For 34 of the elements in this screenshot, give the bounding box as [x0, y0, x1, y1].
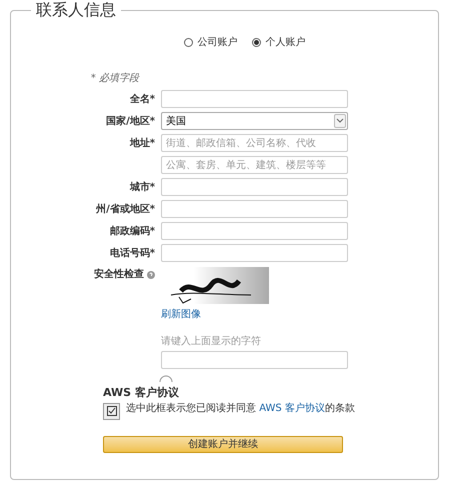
field-label: 地址*	[130, 138, 155, 148]
agreement-text: 选中此框表示您已阅读并同意 AWS 客户协议的条款	[126, 402, 355, 414]
country-select[interactable]: 美国	[161, 112, 348, 130]
section-title: 联系人信息	[31, 0, 121, 20]
help-icon[interactable]	[147, 270, 155, 278]
radio-button[interactable]	[252, 38, 260, 47]
field-label: 全名*	[130, 94, 155, 104]
field-label: 城市*	[130, 182, 155, 192]
check-icon	[106, 406, 116, 416]
field-label: 电话号码*	[110, 248, 155, 258]
refresh-image-link[interactable]: 刷新图像	[161, 307, 348, 322]
text-field[interactable]	[161, 178, 348, 196]
agreement-title: AWS 客户协议	[103, 385, 180, 401]
agreement-checkbox[interactable]	[103, 402, 120, 420]
text-field[interactable]: 街道、邮政信箱、公司名称、代收	[161, 134, 348, 152]
chevron-down-icon	[334, 114, 346, 128]
radio-label: 公司账户	[198, 36, 238, 50]
field-label: 州/省或地区*	[96, 204, 155, 214]
field-label: 安全性检查	[94, 267, 144, 282]
captcha-hint: 请键入上面显示的字符	[161, 334, 262, 349]
radio-label: 个人账户	[266, 36, 306, 50]
create-account-button[interactable]: 创建账户并继续	[103, 436, 343, 452]
text-field[interactable]	[161, 200, 348, 218]
required-note: * 必填字段	[90, 73, 139, 84]
text-field[interactable]	[161, 222, 348, 240]
text-field[interactable]: 公寓、套房、单元、建筑、楼层等等	[161, 156, 348, 174]
text-field[interactable]	[161, 244, 348, 262]
radio-button[interactable]	[184, 38, 192, 47]
field-label: 邮政编码*	[110, 226, 155, 236]
loading-spinner-icon	[159, 373, 173, 383]
text-field[interactable]	[161, 90, 348, 108]
field-label: 国家/地区*	[106, 116, 155, 126]
agreement-link[interactable]: AWS 客户协议	[259, 402, 325, 414]
captcha-field[interactable]	[161, 351, 348, 369]
